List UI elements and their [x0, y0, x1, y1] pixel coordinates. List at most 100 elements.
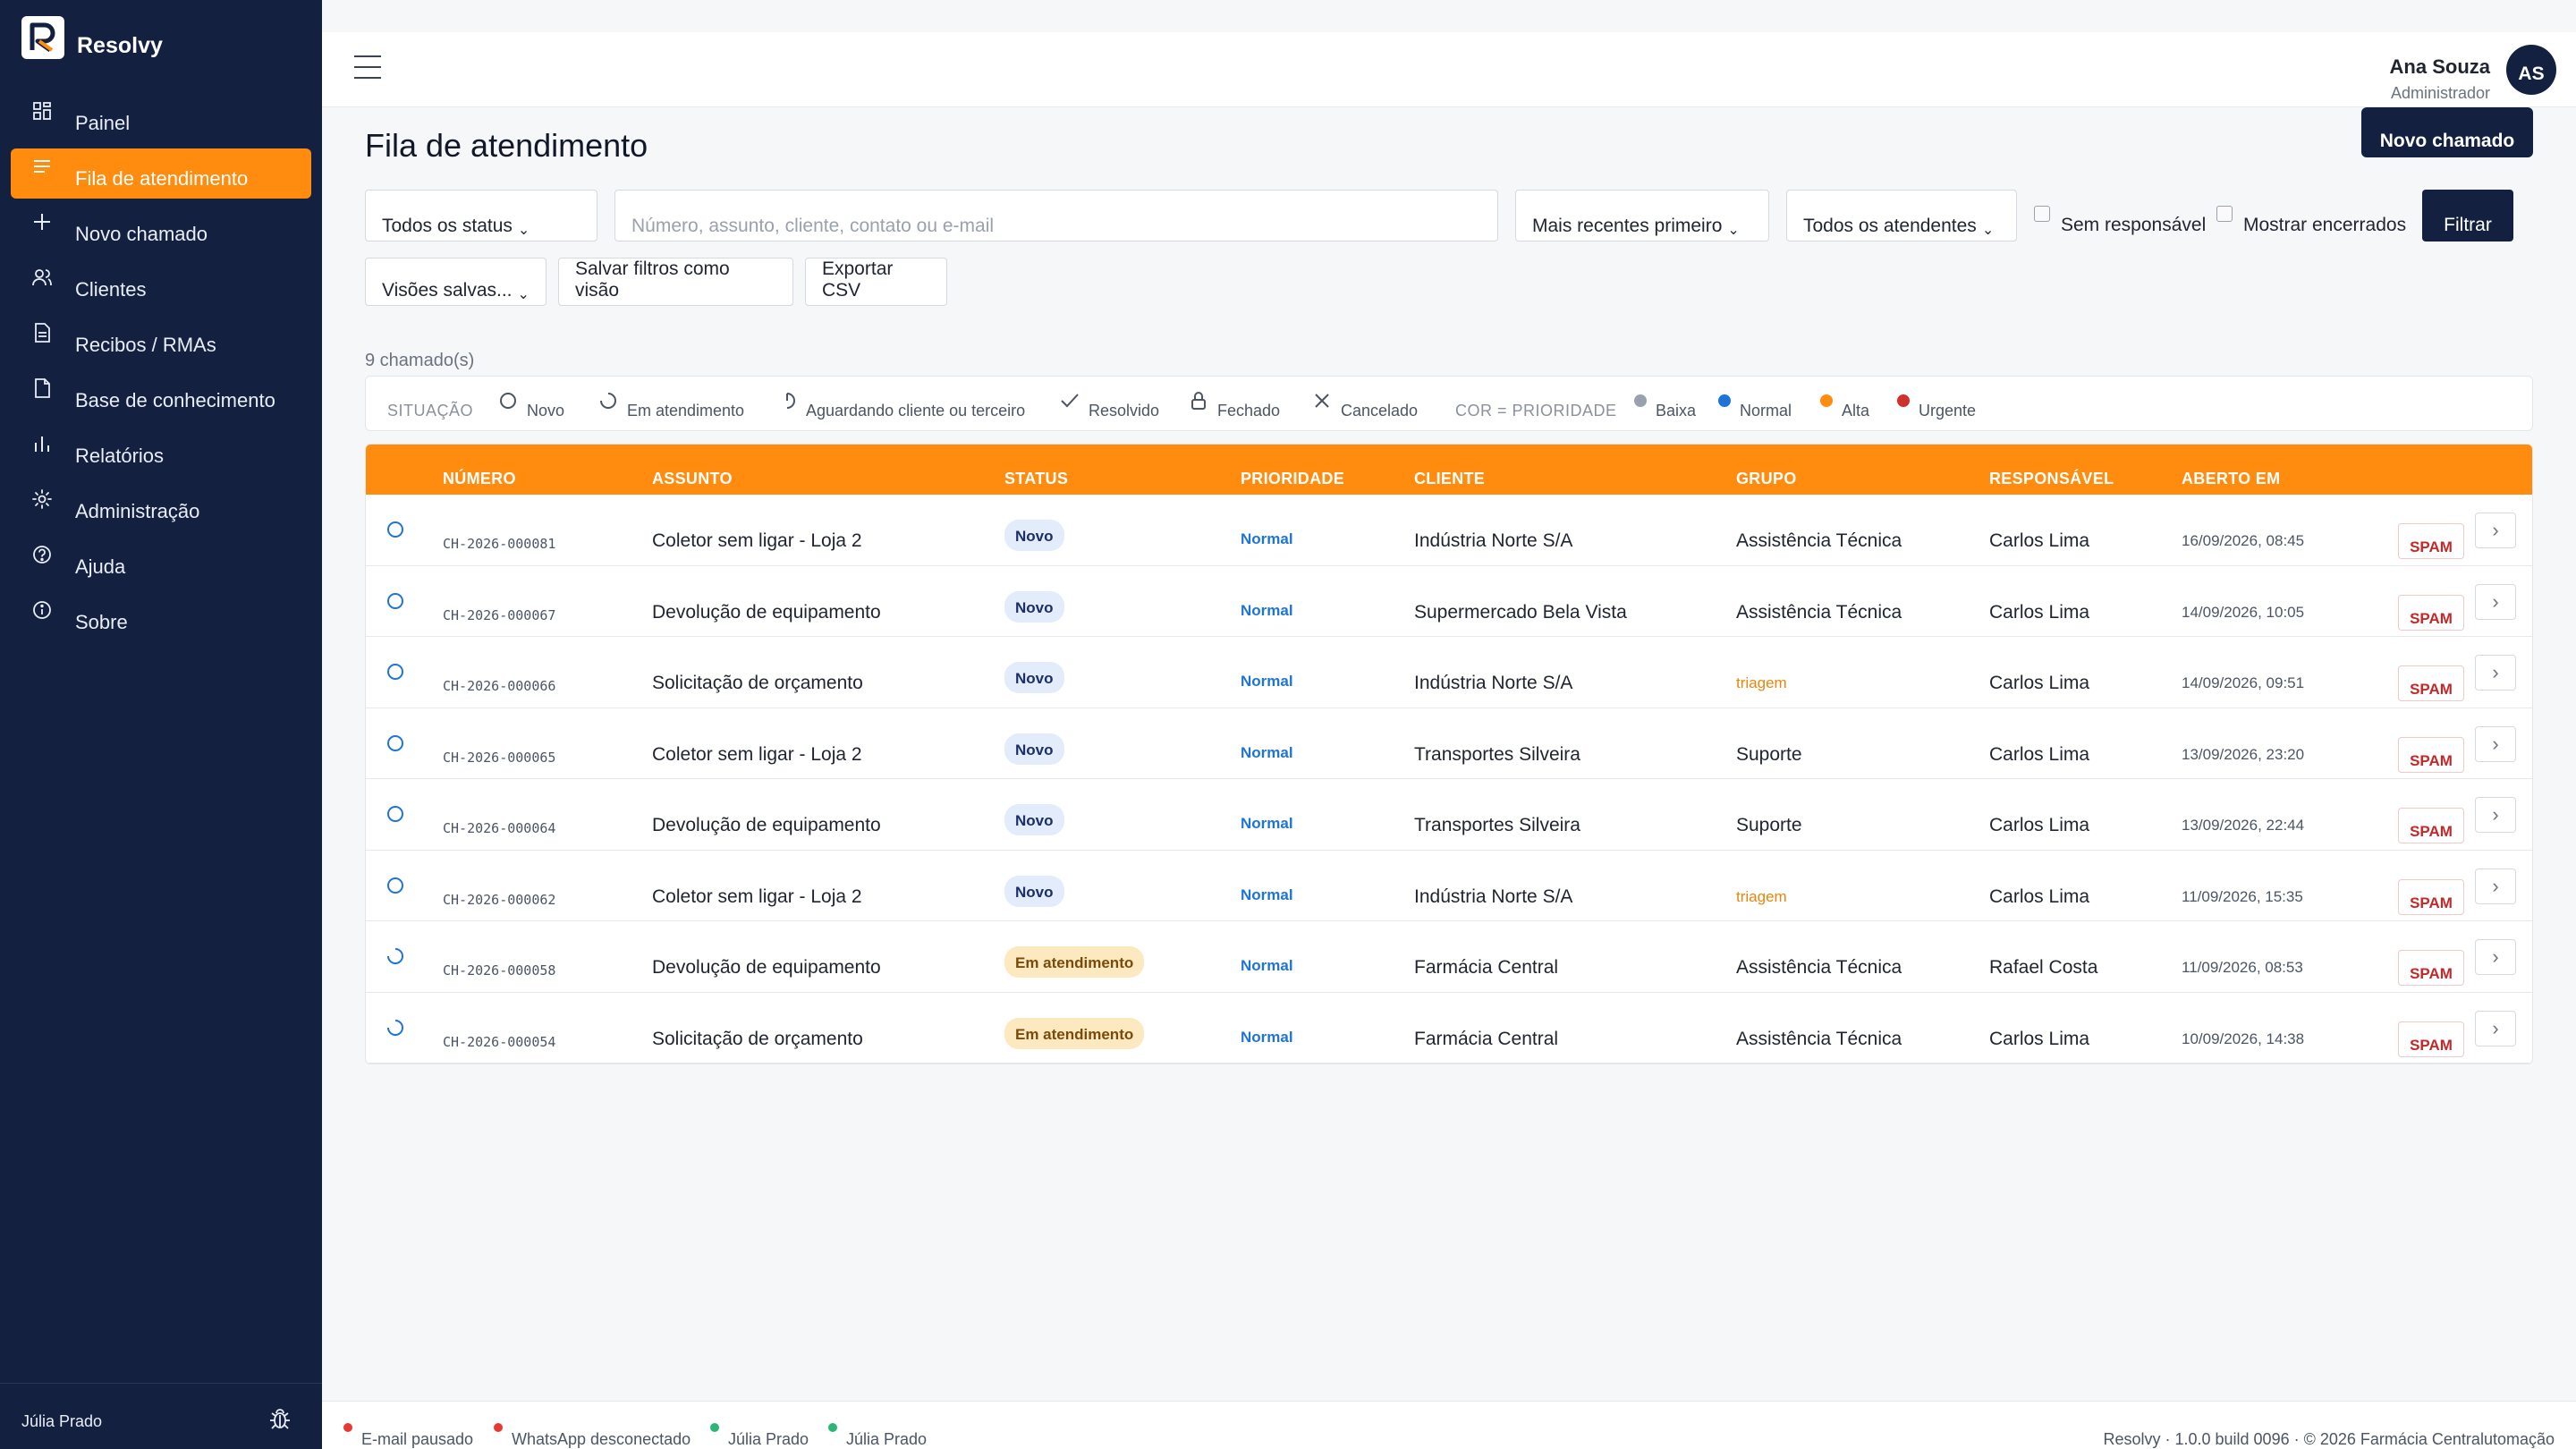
- ticket-number[interactable]: CH-2026-000067: [443, 607, 555, 623]
- group-name: triagem: [1736, 887, 1787, 905]
- spam-button[interactable]: SPAM: [2398, 594, 2464, 631]
- column-header[interactable]: GRUPO: [1736, 470, 1797, 488]
- sidebar-item-clientes[interactable]: Clientes: [11, 259, 311, 309]
- ticket-subject[interactable]: Coletor sem ligar - Loja 2: [652, 886, 862, 908]
- column-header[interactable]: RESPONSÁVEL: [1989, 470, 2114, 488]
- ticket-number[interactable]: CH-2026-000058: [443, 962, 555, 979]
- agents-filter-select[interactable]: Todos os atendentes ⌄: [1786, 190, 2017, 242]
- spam-button[interactable]: SPAM: [2398, 665, 2464, 701]
- open-ticket-button[interactable]: ›: [2475, 655, 2516, 691]
- column-header[interactable]: PRIORIDADE: [1241, 470, 1344, 488]
- show-closed-checkbox[interactable]: Mostrar encerrados: [2216, 206, 2406, 236]
- version-info: Resolvy · 1.0.0 build 0096 · © 2026 Farm…: [2103, 1430, 2555, 1448]
- status-badge: Novo: [1004, 662, 1064, 693]
- spam-button[interactable]: SPAM: [2398, 523, 2464, 559]
- open-ticket-button[interactable]: ›: [2475, 513, 2516, 548]
- checkbox-box[interactable]: [2216, 206, 2233, 222]
- open-ticket-button[interactable]: ›: [2475, 939, 2516, 975]
- ticket-subject[interactable]: Solicitação de orçamento: [652, 673, 863, 694]
- chevron-right-icon: ›: [2492, 874, 2499, 897]
- export-csv-button[interactable]: Exportar CSV: [805, 258, 947, 306]
- priority-legend-label: COR = PRIORIDADE: [1455, 402, 1617, 419]
- spam-button[interactable]: SPAM: [2398, 878, 2464, 915]
- ticket-subject[interactable]: Devolução de equipamento: [652, 602, 881, 623]
- status-badge-text: Novo: [1004, 733, 1064, 765]
- spam-button[interactable]: SPAM: [2398, 1021, 2464, 1057]
- sidebar-item-fila[interactable]: Fila de atendimento: [11, 148, 311, 199]
- spam-button[interactable]: SPAM: [2398, 950, 2464, 986]
- ticket-number[interactable]: CH-2026-000054: [443, 1034, 555, 1050]
- ticket-subject[interactable]: Devolução de equipamento: [652, 815, 881, 836]
- table-row[interactable]: CH-2026-000054 Solicitação de orçamento Em…: [366, 993, 2532, 1063]
- spam-button[interactable]: SPAM: [2398, 736, 2464, 773]
- opened-date: 10/09/2026, 14:38: [2182, 1030, 2305, 1047]
- column-header[interactable]: ASSUNTO: [652, 470, 733, 488]
- status-whatsapp[interactable]: WhatsApp desconectado: [494, 1423, 691, 1448]
- sidebar-item-sobre[interactable]: Sobre: [11, 592, 311, 642]
- ticket-number[interactable]: CH-2026-000066: [443, 678, 555, 694]
- sidebar-item-novo-chamado[interactable]: Novo chamado: [11, 204, 311, 254]
- spam-button[interactable]: SPAM: [2398, 808, 2464, 843]
- ticket-number[interactable]: CH-2026-000064: [443, 820, 555, 836]
- save-view-button[interactable]: Salvar filtros como visão: [558, 258, 793, 306]
- sidebar-item-painel[interactable]: Painel: [11, 93, 311, 143]
- table-row[interactable]: CH-2026-000065 Coletor sem ligar - Loja 2…: [366, 708, 2532, 779]
- status-filter-select[interactable]: Todos os status ⌄: [365, 190, 597, 242]
- status-email[interactable]: E-mail pausado: [343, 1423, 473, 1448]
- brand[interactable]: Resolvy: [21, 16, 163, 59]
- priority-dot: [1718, 394, 1731, 407]
- table-row[interactable]: CH-2026-000064 Devolução de equipamento No…: [366, 779, 2532, 851]
- sidebar-item-base-conhecimento[interactable]: Base de conhecimento: [11, 370, 311, 420]
- table-row[interactable]: CH-2026-000058 Devolução de equipamento Em…: [366, 921, 2532, 993]
- status-agent-2[interactable]: Júlia Prado: [828, 1423, 927, 1448]
- sidebar-item-relatorios[interactable]: Relatórios: [11, 426, 311, 476]
- new-ticket-button[interactable]: Novo chamado: [2361, 107, 2533, 157]
- client-name: Indústria Norte S/A: [1414, 673, 1573, 693]
- column-header[interactable]: ABERTO EM: [2182, 470, 2280, 488]
- group-name: triagem: [1736, 674, 1787, 691]
- opened-date: 14/09/2026, 09:51: [2182, 674, 2305, 691]
- filter-button[interactable]: Filtrar: [2422, 190, 2513, 242]
- ticket-subject[interactable]: Coletor sem ligar - Loja 2: [652, 744, 862, 766]
- opened-date: 11/09/2026, 08:53: [2182, 959, 2303, 976]
- ticket-number[interactable]: CH-2026-000081: [443, 536, 555, 552]
- ticket-subject[interactable]: Devolução de equipamento: [652, 957, 881, 979]
- menu-toggle-icon[interactable]: [354, 55, 381, 79]
- checkbox-label: Mostrar encerrados: [2243, 215, 2407, 235]
- ticket-number[interactable]: CH-2026-000065: [443, 750, 555, 766]
- open-ticket-button[interactable]: ›: [2475, 725, 2516, 762]
- open-ticket-button[interactable]: ›: [2475, 797, 2516, 833]
- open-ticket-button[interactable]: ›: [2475, 868, 2516, 904]
- bug-report-icon[interactable]: [265, 1403, 295, 1434]
- search-input[interactable]: Número, assunto, cliente, contato ou e-m…: [614, 190, 1498, 242]
- sidebar-item-ajuda[interactable]: Ajuda: [11, 537, 311, 587]
- column-header[interactable]: STATUS: [1004, 470, 1068, 488]
- column-header[interactable]: NÚMERO: [443, 470, 516, 488]
- table-row[interactable]: CH-2026-000066 Solicitação de orçamento No…: [366, 637, 2532, 708]
- sidebar-item-label: Novo chamado: [75, 223, 208, 245]
- ticket-number[interactable]: CH-2026-000062: [443, 892, 555, 908]
- avatar[interactable]: AS: [2506, 45, 2556, 95]
- export-csv-label: Exportar CSV: [822, 258, 894, 301]
- ticket-subject[interactable]: Solicitação de orçamento: [652, 1029, 863, 1050]
- saved-views-select[interactable]: Visões salvas... ⌄: [365, 258, 547, 306]
- sort-select[interactable]: Mais recentes primeiro ⌄: [1515, 190, 1769, 242]
- sidebar-item-label: Base de conhecimento: [75, 389, 275, 411]
- no-assignee-checkbox[interactable]: Sem responsável: [2034, 206, 2206, 236]
- status-agent-1[interactable]: Júlia Prado: [710, 1423, 809, 1448]
- table-row[interactable]: CH-2026-000081 Coletor sem ligar - Loja 2…: [366, 495, 2532, 566]
- column-header[interactable]: CLIENTE: [1414, 470, 1485, 488]
- sidebar-item-label: Administração: [75, 500, 200, 522]
- table-row[interactable]: CH-2026-000067 Devolução de equipamento No…: [366, 566, 2532, 637]
- status-badge: Em atendimento: [1004, 946, 1145, 978]
- status-badge-text: Novo: [1004, 520, 1064, 551]
- table-row[interactable]: CH-2026-000062 Coletor sem ligar - Loja 2…: [366, 851, 2532, 921]
- open-ticket-button[interactable]: ›: [2475, 583, 2516, 620]
- sidebar-item-administracao[interactable]: Administração: [11, 481, 311, 531]
- checkbox-box[interactable]: [2034, 206, 2050, 222]
- user-menu[interactable]: Ana Souza Administrador: [2390, 55, 2490, 103]
- opened-date: 14/09/2026, 10:05: [2182, 603, 2305, 621]
- ticket-subject[interactable]: Coletor sem ligar - Loja 2: [652, 530, 862, 552]
- sidebar-item-recibos[interactable]: Recibos / RMAs: [11, 315, 311, 365]
- open-ticket-button[interactable]: ›: [2475, 1010, 2516, 1046]
